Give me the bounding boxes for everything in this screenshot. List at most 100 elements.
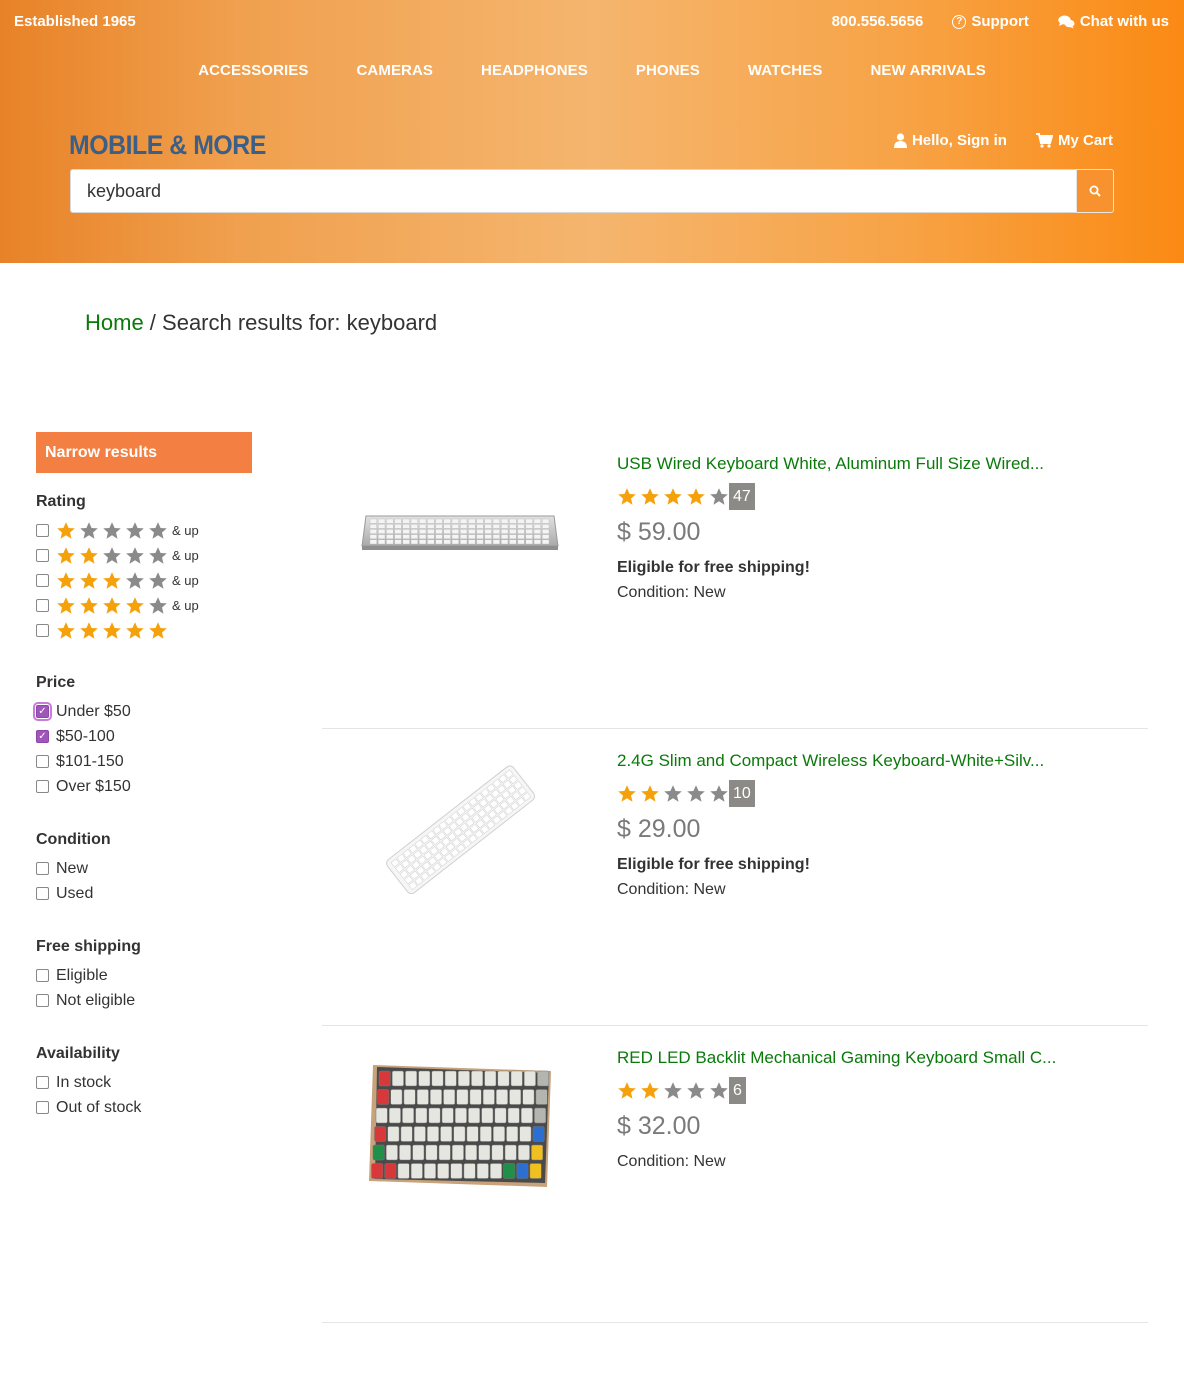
user-icon xyxy=(893,133,907,148)
rating-option-4[interactable]: & up xyxy=(36,593,252,618)
star-filled-icon xyxy=(57,596,75,614)
nav-accessories[interactable]: ACCESSORIES xyxy=(198,62,308,79)
nav-watches[interactable]: WATCHES xyxy=(748,62,823,79)
star-empty-icon xyxy=(710,487,728,505)
nav-phones[interactable]: PHONES xyxy=(636,62,700,79)
free-shipping-text: Eligible for free shipping! xyxy=(617,559,810,576)
product-title-link[interactable]: 2.4G Slim and Compact Wireless Keyboard-… xyxy=(617,751,1044,771)
price-option[interactable]: ✓ $50-100 xyxy=(36,724,252,749)
filter-option-label: Out of stock xyxy=(56,1098,142,1116)
filter-checkbox[interactable]: ✓ xyxy=(33,702,52,721)
availability-option[interactable]: Out of stock xyxy=(36,1095,252,1120)
rating-title: Rating xyxy=(36,493,86,510)
search-input[interactable] xyxy=(70,169,1076,213)
star-filled-icon xyxy=(126,621,144,639)
search-bar xyxy=(70,169,1114,213)
filter-checkbox[interactable] xyxy=(36,887,49,900)
star-rating xyxy=(56,621,168,641)
review-count-badge: 6 xyxy=(729,1077,746,1104)
filter-checkbox[interactable] xyxy=(36,994,49,1007)
product-title-link[interactable]: RED LED Backlit Mechanical Gaming Keyboa… xyxy=(617,1048,1056,1068)
rating-option-1[interactable]: & up xyxy=(36,518,252,543)
filter-checkbox[interactable] xyxy=(36,862,49,875)
shipping-filter: Free shipping Eligible Not eligible xyxy=(36,938,252,1013)
filter-checkbox[interactable] xyxy=(36,574,49,587)
product-image[interactable] xyxy=(352,442,567,622)
product-price: $ 32.00 xyxy=(617,1112,701,1140)
rating-filter: Rating & up & up & up & up xyxy=(36,493,252,643)
filter-checkbox[interactable] xyxy=(36,549,49,562)
condition-option[interactable]: Used xyxy=(36,881,252,906)
signin-link[interactable]: Hello, Sign in xyxy=(893,132,1007,149)
filter-option-label: $101-150 xyxy=(56,752,124,770)
and-up-label: & up xyxy=(172,523,199,538)
signin-label: Hello, Sign in xyxy=(911,132,1007,149)
product-price: $ 29.00 xyxy=(617,815,701,843)
star-empty-icon xyxy=(710,1081,728,1099)
star-filled-icon xyxy=(641,487,659,505)
support-label: Support xyxy=(971,13,1029,30)
breadcrumb-home[interactable]: Home xyxy=(85,310,144,335)
availability-option[interactable]: In stock xyxy=(36,1070,252,1095)
shipping-option[interactable]: Not eligible xyxy=(36,988,252,1013)
filter-checkbox[interactable] xyxy=(36,780,49,793)
product-image[interactable] xyxy=(352,739,567,919)
rating-option-3[interactable]: & up xyxy=(36,568,252,593)
star-rating xyxy=(617,784,729,804)
filter-checkbox[interactable] xyxy=(36,524,49,537)
filter-option-label: New xyxy=(56,859,89,877)
rating-option-5[interactable] xyxy=(36,618,252,643)
star-filled-icon xyxy=(618,784,636,802)
star-empty-icon xyxy=(710,784,728,802)
filter-checkbox[interactable]: ✓ xyxy=(36,730,49,743)
filter-checkbox[interactable] xyxy=(36,624,49,637)
star-filled-icon xyxy=(80,621,98,639)
search-button[interactable] xyxy=(1076,169,1114,213)
product-rating: 10 xyxy=(617,780,755,807)
star-filled-icon xyxy=(103,621,121,639)
price-filter: Price ✓ Under $50 ✓ $50-100 $101-150 Over $15… xyxy=(33,674,252,799)
product-condition: Condition: New xyxy=(617,881,726,898)
price-title: Price xyxy=(36,674,76,691)
condition-option[interactable]: New xyxy=(36,856,252,881)
star-empty-icon xyxy=(149,596,167,614)
phone-link[interactable]: 800.556.5656 xyxy=(832,13,924,30)
price-option[interactable]: Over $150 xyxy=(36,774,252,799)
nav-new-arrivals[interactable]: NEW ARRIVALS xyxy=(870,62,985,79)
price-option[interactable]: $101-150 xyxy=(36,749,252,774)
price-option[interactable]: ✓ Under $50 xyxy=(33,699,252,724)
condition-title: Condition xyxy=(36,831,111,848)
support-link[interactable]: ? Support xyxy=(952,13,1029,30)
filter-checkbox[interactable] xyxy=(36,1101,49,1114)
filter-checkbox[interactable] xyxy=(36,969,49,982)
star-empty-icon xyxy=(103,546,121,564)
star-rating xyxy=(56,571,168,591)
free-shipping-text: Eligible for free shipping! xyxy=(617,856,810,873)
availability-filter: Availability In stock Out of stock xyxy=(36,1045,252,1120)
star-filled-icon xyxy=(80,571,98,589)
review-count-badge: 10 xyxy=(729,780,755,807)
site-header: Established 1965 800.556.5656 ? Support … xyxy=(0,0,1184,263)
filter-checkbox[interactable] xyxy=(36,755,49,768)
nav-headphones[interactable]: HEADPHONES xyxy=(481,62,588,79)
star-rating xyxy=(617,1081,729,1101)
condition-filter: Condition New Used xyxy=(36,831,252,906)
filter-checkbox[interactable] xyxy=(36,1076,49,1089)
filter-option-label: Used xyxy=(56,884,94,902)
breadcrumb-separator: / xyxy=(143,310,163,335)
and-up-label: & up xyxy=(172,573,199,588)
established-text: Established 1965 xyxy=(14,13,136,30)
nav-cameras[interactable]: CAMERAS xyxy=(356,62,433,79)
rating-option-2[interactable]: & up xyxy=(36,543,252,568)
product-image[interactable] xyxy=(352,1036,567,1216)
keyboard-white-image xyxy=(385,765,535,894)
filter-checkbox[interactable] xyxy=(36,599,49,612)
product-title-link[interactable]: USB Wired Keyboard White, Aluminum Full … xyxy=(617,454,1044,474)
shipping-title: Free shipping xyxy=(36,938,141,955)
site-logo[interactable]: MOBILE & MORE xyxy=(69,130,266,161)
filter-option-label: Eligible xyxy=(56,966,108,984)
shipping-option[interactable]: Eligible xyxy=(36,963,252,988)
cart-link[interactable]: My Cart xyxy=(1035,132,1113,149)
star-filled-icon xyxy=(618,1081,636,1099)
chat-link[interactable]: Chat with us xyxy=(1058,13,1169,30)
